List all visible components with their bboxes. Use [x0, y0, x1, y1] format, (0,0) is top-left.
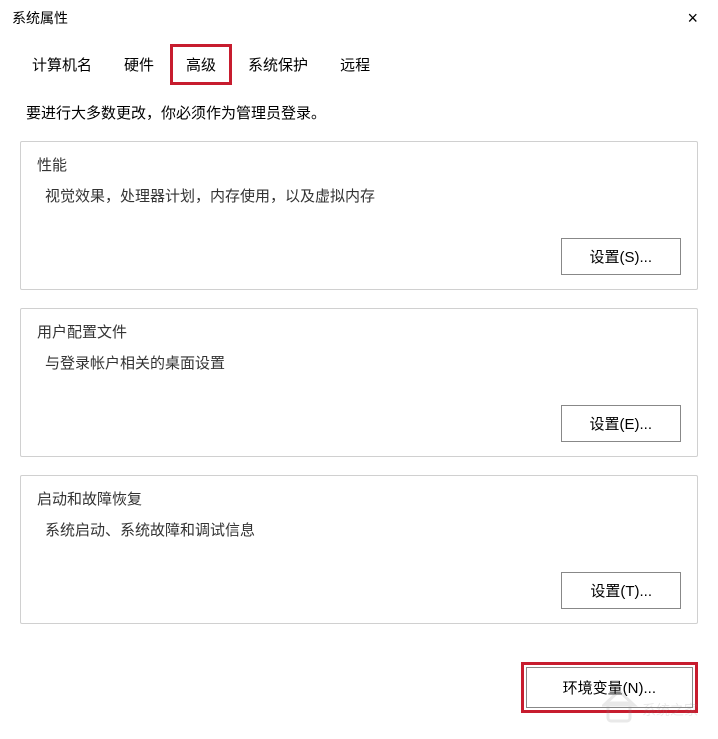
section-startup-recovery: 启动和故障恢复 系统启动、系统故障和调试信息 设置(T)...	[20, 475, 698, 624]
env-button-highlight: 环境变量(N)...	[521, 662, 698, 713]
bottom-button-row: 环境变量(N)...	[0, 658, 718, 713]
tab-advanced[interactable]: 高级	[170, 44, 232, 85]
tab-system-protection[interactable]: 系统保护	[232, 44, 324, 85]
tab-computer-name[interactable]: 计算机名	[16, 44, 108, 85]
tab-remote[interactable]: 远程	[324, 44, 386, 85]
section-startup-recovery-btn-row: 设置(T)...	[37, 572, 681, 609]
close-icon[interactable]: ×	[679, 8, 706, 29]
section-performance-desc: 视觉效果，处理器计划，内存使用，以及虚拟内存	[37, 185, 681, 206]
section-user-profiles-title: 用户配置文件	[37, 321, 681, 342]
user-profiles-settings-button[interactable]: 设置(E)...	[561, 405, 682, 442]
window-title: 系统属性	[12, 8, 68, 28]
environment-variables-button[interactable]: 环境变量(N)...	[526, 667, 693, 708]
section-performance: 性能 视觉效果，处理器计划，内存使用，以及虚拟内存 设置(S)...	[20, 141, 698, 290]
section-user-profiles-desc: 与登录帐户相关的桌面设置	[37, 352, 681, 373]
section-performance-btn-row: 设置(S)...	[37, 238, 681, 275]
tab-hardware[interactable]: 硬件	[108, 44, 170, 85]
section-user-profiles: 用户配置文件 与登录帐户相关的桌面设置 设置(E)...	[20, 308, 698, 457]
section-startup-recovery-title: 启动和故障恢复	[37, 488, 681, 509]
admin-instruction: 要进行大多数更改，你必须作为管理员登录。	[20, 102, 698, 123]
titlebar: 系统属性 ×	[0, 0, 718, 36]
section-startup-recovery-desc: 系统启动、系统故障和调试信息	[37, 519, 681, 540]
performance-settings-button[interactable]: 设置(S)...	[561, 238, 682, 275]
section-performance-title: 性能	[37, 154, 681, 175]
tab-bar: 计算机名 硬件 高级 系统保护 远程	[0, 36, 718, 86]
startup-recovery-settings-button[interactable]: 设置(T)...	[561, 572, 681, 609]
tab-content: 要进行大多数更改，你必须作为管理员登录。 性能 视觉效果，处理器计划，内存使用，…	[0, 86, 718, 658]
section-user-profiles-btn-row: 设置(E)...	[37, 405, 681, 442]
